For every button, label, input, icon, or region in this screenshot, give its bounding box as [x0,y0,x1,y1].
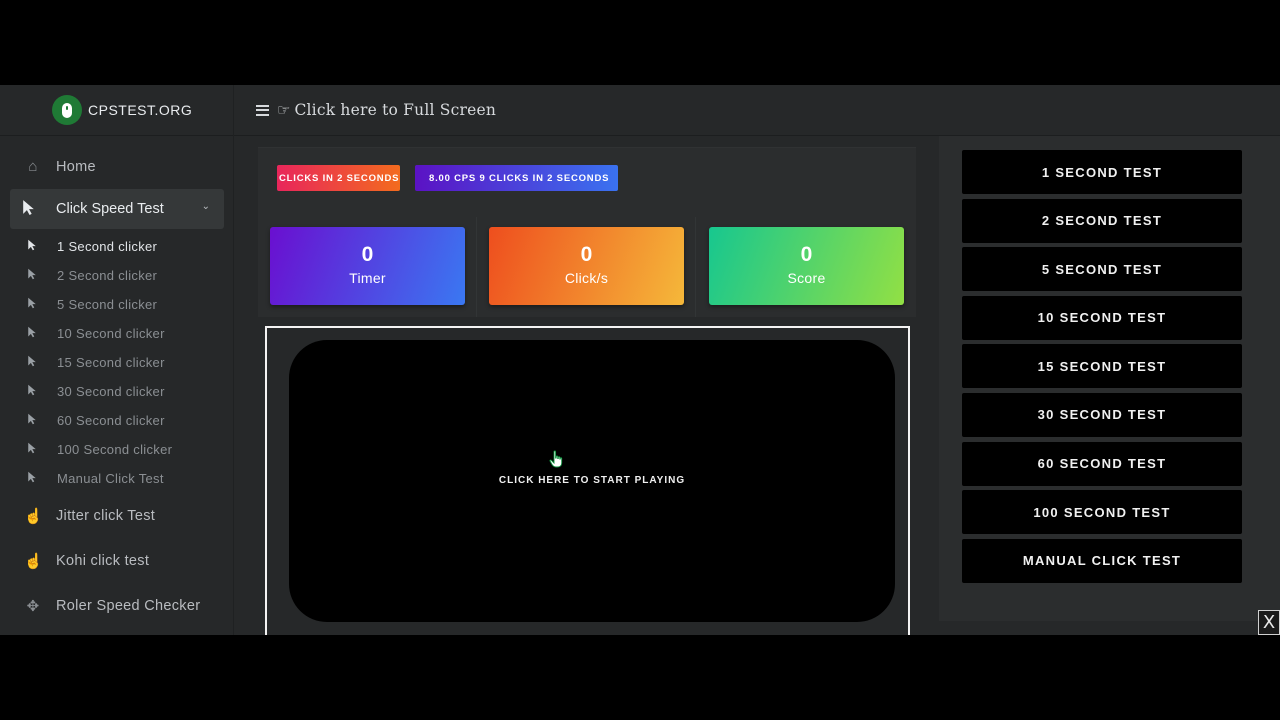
top-bar: ☞ Click here to Full Screen [234,85,1280,136]
sidebar-subitem-label: Manual Click Test [57,471,164,486]
recent-results-ticker: CLICKS IN 2 SECONDS 8.00 CPS 9 CLICKS IN… [258,147,916,217]
sidebar-subitem-label: 100 Second clicker [57,442,173,457]
chevron-down-icon: ⌄ [201,201,210,212]
sidebar-subitem-label: 15 Second clicker [57,355,165,370]
sidebar-item-label: Home [56,158,96,175]
sidebar-item-label: Click Speed Test [56,201,164,217]
sidebar-item-label: Roler Speed Checker [56,597,201,614]
hand-pointer-icon: ☝ [24,507,43,525]
cursor-icon [27,268,39,283]
timer-label: Timer [349,270,386,286]
score-value: 0 [800,243,813,266]
sidebar-subitem-1-second[interactable]: 1 Second clicker [0,232,233,261]
click-play-area[interactable]: CLICK HERE TO START PLAYING [289,340,895,622]
stats-panel: 0 Timer 0 Click/s 0 Score [258,217,916,317]
test-button-1-second[interactable]: 1 SECOND TEST [962,150,1242,194]
test-button-30-second[interactable]: 30 SECOND TEST [962,392,1242,437]
brand-name: CPSTEST.ORG [88,102,193,118]
test-list: 1 SECOND TEST 2 SECOND TEST 5 SECOND TES… [962,150,1242,587]
mouse-logo-icon [52,95,82,125]
cursor-icon [27,413,39,428]
sidebar-item-click-speed-test[interactable]: Click Speed Test ⌄ [10,189,224,229]
sidebar-subitem-5-second[interactable]: 5 Second clicker [0,290,233,319]
hand-pointer-icon: ☝ [24,552,43,570]
sidebar: CPSTEST.ORG ⌂ Home Click Speed Test ⌄ 1 … [0,85,234,635]
test-button-15-second[interactable]: 15 SECOND TEST [962,344,1242,389]
sidebar-subitem-60-second[interactable]: 60 Second clicker [0,406,233,435]
test-button-5-second[interactable]: 5 SECOND TEST [962,247,1242,292]
score-label: Score [787,270,826,286]
sidebar-item-label: Jitter click Test [56,507,156,524]
sidebar-submenu: 1 Second clicker 2 Second clicker 5 Seco… [0,229,233,493]
sidebar-subitem-label: 60 Second clicker [57,413,165,428]
cursor-icon [27,326,39,341]
crosshair-icon: ✥ [26,597,40,615]
sidebar-subitem-label: 1 Second clicker [57,239,158,254]
sidebar-item-roler[interactable]: ✥ Roler Speed Checker [0,583,233,628]
timer-card: 0 Timer [270,227,465,305]
sidebar-subitem-label: 5 Second clicker [57,297,158,312]
sidebar-nav: ⌂ Home Click Speed Test ⌄ 1 Second click… [0,144,233,628]
cursor-icon [27,239,39,254]
test-button-2-second[interactable]: 2 SECOND TEST [962,198,1242,243]
cps-value: 0 [580,243,593,266]
cursor-icon [27,471,39,486]
sidebar-subitem-manual[interactable]: Manual Click Test [0,464,233,493]
result-badge: CLICKS IN 2 SECONDS [277,165,400,191]
test-button-10-second[interactable]: 10 SECOND TEST [962,295,1242,340]
cursor-icon [27,442,39,457]
home-icon: ⌂ [28,158,38,175]
score-card: 0 Score [709,227,904,305]
sidebar-subitem-15-second[interactable]: 15 Second clicker [0,348,233,377]
sidebar-subitem-label: 2 Second clicker [57,268,158,283]
sidebar-item-jitter[interactable]: ☝ Jitter click Test [0,493,233,538]
cursor-icon [27,297,39,312]
sidebar-subitem-100-second[interactable]: 100 Second clicker [0,435,233,464]
result-badge: 8.00 CPS 9 CLICKS IN 2 SECONDS [415,165,618,191]
timer-value: 0 [361,243,374,266]
cursor-icon [27,355,39,370]
cps-label: Click/s [564,270,609,286]
play-area-frame: CLICK HERE TO START PLAYING [265,326,910,635]
cursor-icon [22,199,40,220]
sidebar-item-label: Kohi click test [56,552,150,569]
menu-icon[interactable] [256,104,269,116]
sidebar-subitem-30-second[interactable]: 30 Second clicker [0,377,233,406]
sidebar-item-kohi[interactable]: ☝ Kohi click test [0,538,233,583]
hand-cursor-icon [549,450,563,468]
fullscreen-link[interactable]: Click here to Full Screen [294,101,496,119]
cursor-icon [27,384,39,399]
test-button-100-second[interactable]: 100 SECOND TEST [962,490,1242,535]
sidebar-subitem-10-second[interactable]: 10 Second clicker [0,319,233,348]
test-button-60-second[interactable]: 60 SECOND TEST [962,441,1242,486]
cps-card: 0 Click/s [489,227,684,305]
sidebar-subitem-label: 10 Second clicker [57,326,165,341]
sidebar-item-home[interactable]: ⌂ Home [0,144,233,189]
hand-point-right-icon: ☞ [277,102,291,119]
start-playing-label: CLICK HERE TO START PLAYING [498,475,686,486]
close-button[interactable]: X [1258,610,1280,635]
test-button-manual[interactable]: MANUAL CLICK TEST [962,538,1242,583]
app-frame: CPSTEST.ORG ⌂ Home Click Speed Test ⌄ 1 … [0,85,1280,635]
brand[interactable]: CPSTEST.ORG [0,85,233,136]
test-selector-panel: 1 SECOND TEST 2 SECOND TEST 5 SECOND TES… [939,136,1280,621]
sidebar-subitem-2-second[interactable]: 2 Second clicker [0,261,233,290]
sidebar-subitem-label: 30 Second clicker [57,384,165,399]
